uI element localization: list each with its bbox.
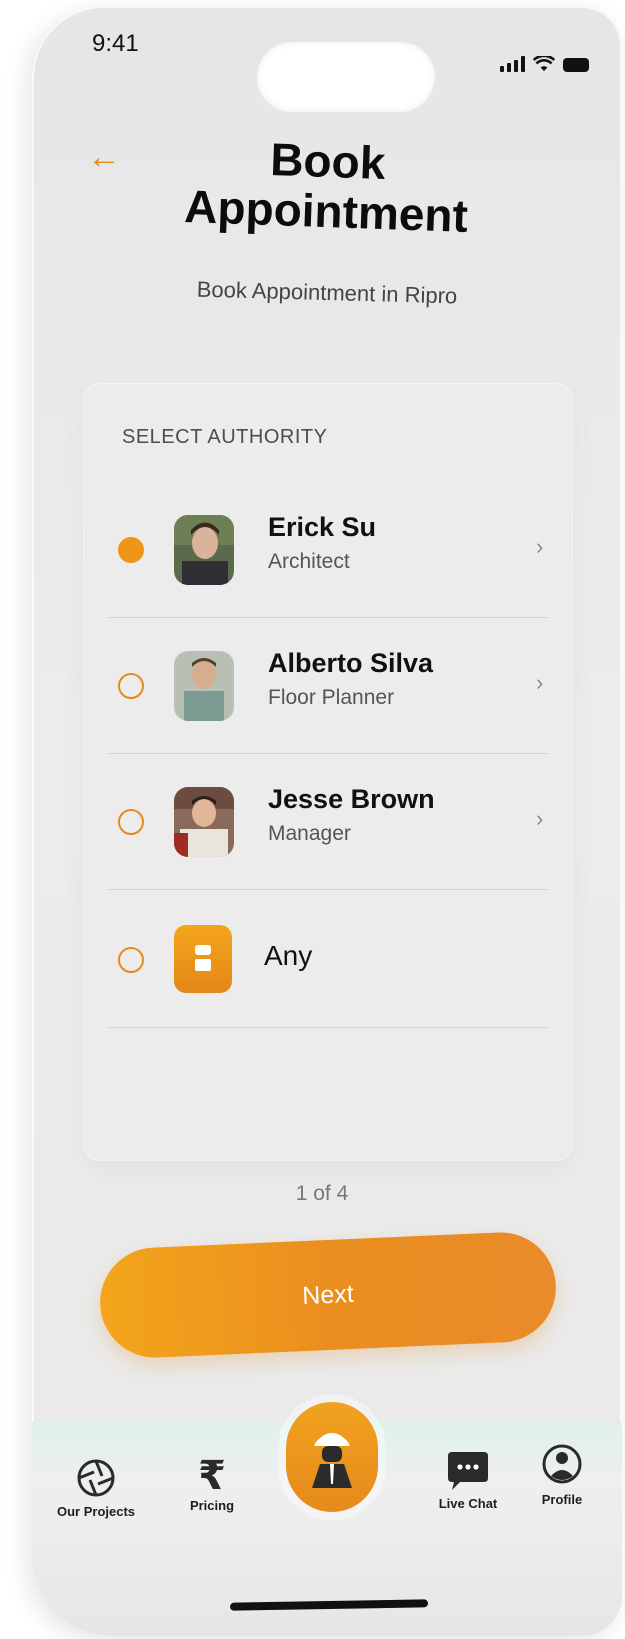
dynamic-island — [257, 42, 435, 112]
radio-unselected[interactable] — [118, 673, 144, 699]
phone-frame: 9:41 ← Book Appointment Book Appointment… — [32, 6, 622, 1636]
authority-option-row[interactable]: Any — [108, 892, 548, 1028]
status-time: 9:41 — [92, 30, 139, 57]
card-heading: SELECT AUTHORITY — [122, 426, 328, 448]
radio-unselected[interactable] — [118, 809, 144, 835]
divider — [108, 889, 548, 890]
signal-icon — [500, 56, 525, 72]
tab-live-chat[interactable]: Live Chat — [428, 1452, 508, 1511]
chevron-right-icon: › — [536, 534, 544, 559]
tab-label: Profile — [541, 1492, 583, 1507]
tab-label: Our Projects — [56, 1504, 136, 1519]
tab-label: Pricing — [189, 1498, 235, 1513]
tab-profile[interactable]: Profile — [532, 1442, 592, 1507]
chat-bubble-icon — [448, 1452, 488, 1490]
authority-name: Erick Su — [268, 512, 377, 542]
page-title: Book Appointment — [183, 133, 469, 242]
wifi-icon — [533, 56, 555, 71]
construction-worker-button[interactable] — [286, 1402, 378, 1512]
authority-option-row[interactable]: Alberto Silva Floor Planner › — [108, 618, 548, 754]
radio-unselected[interactable] — [118, 947, 144, 973]
user-icon — [542, 1444, 582, 1484]
chevron-right-icon: › — [536, 670, 544, 695]
authority-name: Jesse Brown — [268, 784, 435, 814]
tab-our-projects[interactable]: Our Projects — [46, 1458, 146, 1519]
tab-label: Live Chat — [438, 1496, 498, 1511]
tab-pricing[interactable]: ₹ Pricing — [172, 1454, 252, 1513]
rupee-icon: ₹ — [198, 1454, 226, 1498]
authority-option-row[interactable]: Erick Su Architect › — [108, 482, 548, 618]
authority-name: Alberto Silva — [268, 648, 434, 678]
status-icons — [500, 56, 589, 72]
avatar — [174, 515, 234, 585]
authority-option-row[interactable]: Jesse Brown Manager › — [108, 754, 548, 890]
avatar — [174, 651, 234, 721]
authority-card: SELECT AUTHORITY Erick Su Architect › Al… — [84, 384, 572, 1160]
back-arrow-icon[interactable]: ← — [87, 138, 121, 177]
page-indicator: 1 of 4 — [295, 1182, 349, 1205]
battery-icon — [563, 58, 589, 72]
person-badge-icon — [174, 925, 232, 993]
chevron-right-icon: › — [536, 806, 544, 831]
divider — [108, 1027, 548, 1028]
avatar — [174, 787, 234, 857]
radio-selected[interactable] — [118, 537, 144, 563]
next-button[interactable]: Next — [97, 1230, 559, 1360]
aperture-icon — [77, 1459, 115, 1497]
construction-worker-icon — [312, 1433, 352, 1488]
page-subtitle: Book Appointment in Ripro — [196, 276, 458, 309]
authority-role: Floor Planner — [268, 686, 395, 709]
authority-role: Manager — [268, 822, 351, 845]
authority-role: Architect — [268, 550, 350, 573]
any-option-label: Any — [264, 940, 313, 971]
